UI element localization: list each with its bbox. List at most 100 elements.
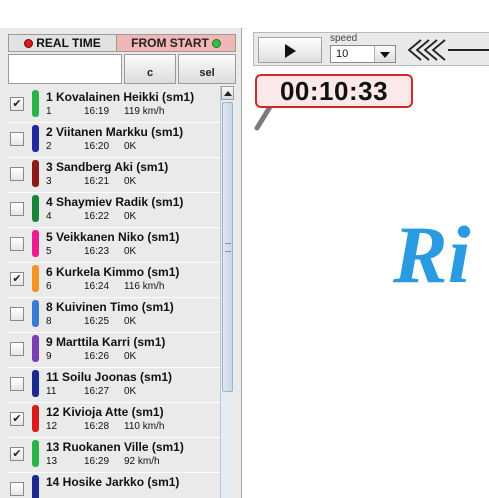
competitor-checkbox[interactable]: ✔ <box>10 97 24 111</box>
competitor-row[interactable]: ✔ 6 Kurkela Kimmo (sm1) 6 16:24 116 km/h <box>8 263 220 298</box>
competitor-checkbox[interactable]: ✔ <box>10 447 24 461</box>
competitor-details: 5 16:23 0K <box>46 246 136 257</box>
competitor-row[interactable]: ✔ 13 Ruokanen Ville (sm1) 13 16:29 92 km/h <box>8 438 220 473</box>
competitor-number: 5 <box>46 246 52 257</box>
competitor-number: 1 <box>46 106 52 117</box>
search-input[interactable] <box>8 54 122 84</box>
real-time-tab[interactable]: REAL TIME <box>9 35 117 51</box>
competitor-number: 8 <box>46 316 52 327</box>
competitor-name: 11 Soilu Joonas (sm1) <box>46 370 173 384</box>
competitor-name: 14 Hosike Jarkko (sm1) <box>46 475 180 489</box>
competitor-row[interactable]: 5 Veikkanen Niko (sm1) 5 16:23 0K <box>8 228 220 263</box>
competitor-number: 11 <box>46 386 57 397</box>
competitor-checkbox[interactable] <box>10 377 24 391</box>
from-start-tab[interactable]: FROM START <box>117 35 235 51</box>
competitor-checkbox[interactable] <box>10 482 24 496</box>
competitor-row[interactable]: 4 Shaymiev Radik (sm1) 4 16:22 0K <box>8 193 220 228</box>
dropdown-arrow-icon[interactable] <box>374 46 395 62</box>
competitor-start-time: 16:26 <box>84 351 110 362</box>
competitor-start-time: 16:23 <box>84 246 110 257</box>
real-time-label: REAL TIME <box>36 36 101 50</box>
competitor-start-time: 16:22 <box>84 211 110 222</box>
competitor-color-swatch <box>32 370 39 397</box>
list-scrollbar[interactable] <box>220 86 234 498</box>
competitor-number: 2 <box>46 141 52 152</box>
competitor-details: 6 16:24 116 km/h <box>46 281 164 292</box>
competitor-checkbox[interactable] <box>10 202 24 216</box>
clear-button[interactable]: c <box>124 54 176 84</box>
competitor-number: 4 <box>46 211 52 222</box>
competitor-start-time: 16:24 <box>84 281 110 292</box>
competitor-checkbox[interactable]: ✔ <box>10 272 24 286</box>
speed-value: 10 <box>336 48 349 60</box>
list-controls: c sel <box>8 54 236 86</box>
sponsor-logo-text: Ri <box>392 209 471 300</box>
competitor-start-time: 16:21 <box>84 176 110 187</box>
competitor-number: 6 <box>46 281 52 292</box>
scroll-up-arrow-icon[interactable] <box>221 86 234 100</box>
competitor-number: 9 <box>46 351 52 362</box>
competitor-details <box>46 491 124 498</box>
competitor-number: 13 <box>46 456 58 467</box>
rewind-icon[interactable] <box>404 37 489 63</box>
competitor-speed: 92 km/h <box>124 456 160 467</box>
competitor-panel: REAL TIME FROM START c sel ✔ 1 Kovalainen… <box>0 28 242 498</box>
competitor-color-swatch <box>32 265 39 292</box>
elapsed-time-display: 00:10:33 <box>255 74 413 108</box>
competitor-name: 8 Kuivinen Timo (sm1) <box>46 300 174 314</box>
top-strip <box>0 0 489 29</box>
competitor-color-swatch <box>32 230 39 257</box>
scroll-thumb[interactable] <box>222 102 233 392</box>
competitor-name: 2 Viitanen Markku (sm1) <box>46 125 184 139</box>
competitor-row[interactable]: ✔ 12 Kivioja Atte (sm1) 12 16:28 110 km/h <box>8 403 220 438</box>
speed-select[interactable]: 10 <box>330 45 396 63</box>
competitor-checkbox[interactable] <box>10 237 24 251</box>
competitor-checkbox[interactable] <box>10 132 24 146</box>
competitor-details: 12 16:28 110 km/h <box>46 421 164 432</box>
competitor-checkbox[interactable]: ✔ <box>10 412 24 426</box>
competitor-number: 12 <box>46 421 58 432</box>
competitor-start-time: 16:25 <box>84 316 110 327</box>
competitor-row[interactable]: 3 Sandberg Aki (sm1) 3 16:21 0K <box>8 158 220 193</box>
competitor-speed: 0K <box>124 176 137 187</box>
competitor-speed: 0K <box>124 141 137 152</box>
competitor-start-time: 16:29 <box>84 456 110 467</box>
competitor-name: 13 Ruokanen Ville (sm1) <box>46 440 184 454</box>
competitor-checkbox[interactable] <box>10 307 24 321</box>
competitor-details: 13 16:29 92 km/h <box>46 456 160 467</box>
competitor-name: 4 Shaymiev Radik (sm1) <box>46 195 184 209</box>
competitor-color-swatch <box>32 475 39 498</box>
from-start-label: FROM START <box>131 36 209 50</box>
competitor-row[interactable]: 14 Hosike Jarkko (sm1) <box>8 473 220 498</box>
competitor-number: 3 <box>46 176 52 187</box>
status-dot-icon <box>211 38 221 48</box>
competitor-details: 1 16:19 119 km/h <box>46 106 164 117</box>
competitor-speed: 0K <box>124 351 137 362</box>
competitor-color-swatch <box>32 90 39 117</box>
competitor-details: 9 16:26 0K <box>46 351 136 362</box>
competitor-start-time: 16:27 <box>84 386 110 397</box>
competitor-color-swatch <box>32 160 39 187</box>
competitor-start-time: 16:28 <box>84 421 110 432</box>
competitor-checkbox[interactable] <box>10 342 24 356</box>
competitor-row[interactable]: 2 Viitanen Markku (sm1) 2 16:20 0K <box>8 123 220 158</box>
competitor-speed: 110 km/h <box>124 421 165 432</box>
competitor-name: 1 Kovalainen Heikki (sm1) <box>46 90 195 104</box>
competitor-color-swatch <box>32 300 39 327</box>
competitor-details: 4 16:22 0K <box>46 211 136 222</box>
competitor-row[interactable]: 8 Kuivinen Timo (sm1) 8 16:25 0K <box>8 298 220 333</box>
competitor-name: 12 Kivioja Atte (sm1) <box>46 405 164 419</box>
play-button[interactable] <box>258 37 322 63</box>
select-button[interactable]: sel <box>178 54 236 84</box>
record-dot-icon <box>24 38 34 48</box>
grip-icon <box>225 243 231 252</box>
competitor-row[interactable]: ✔ 1 Kovalainen Heikki (sm1) 1 16:19 119 km/h <box>8 88 220 123</box>
competitor-name: 5 Veikkanen Niko (sm1) <box>46 230 180 244</box>
competitor-details: 3 16:21 0K <box>46 176 136 187</box>
competitor-speed: 119 km/h <box>124 106 165 117</box>
competitor-name: 3 Sandberg Aki (sm1) <box>46 160 169 174</box>
map-area[interactable]: Ri speed 10 00:10:33 <box>243 28 489 498</box>
competitor-row[interactable]: 11 Soilu Joonas (sm1) 11 16:27 0K <box>8 368 220 403</box>
competitor-row[interactable]: 9 Marttila Karri (sm1) 9 16:26 0K <box>8 333 220 368</box>
competitor-checkbox[interactable] <box>10 167 24 181</box>
